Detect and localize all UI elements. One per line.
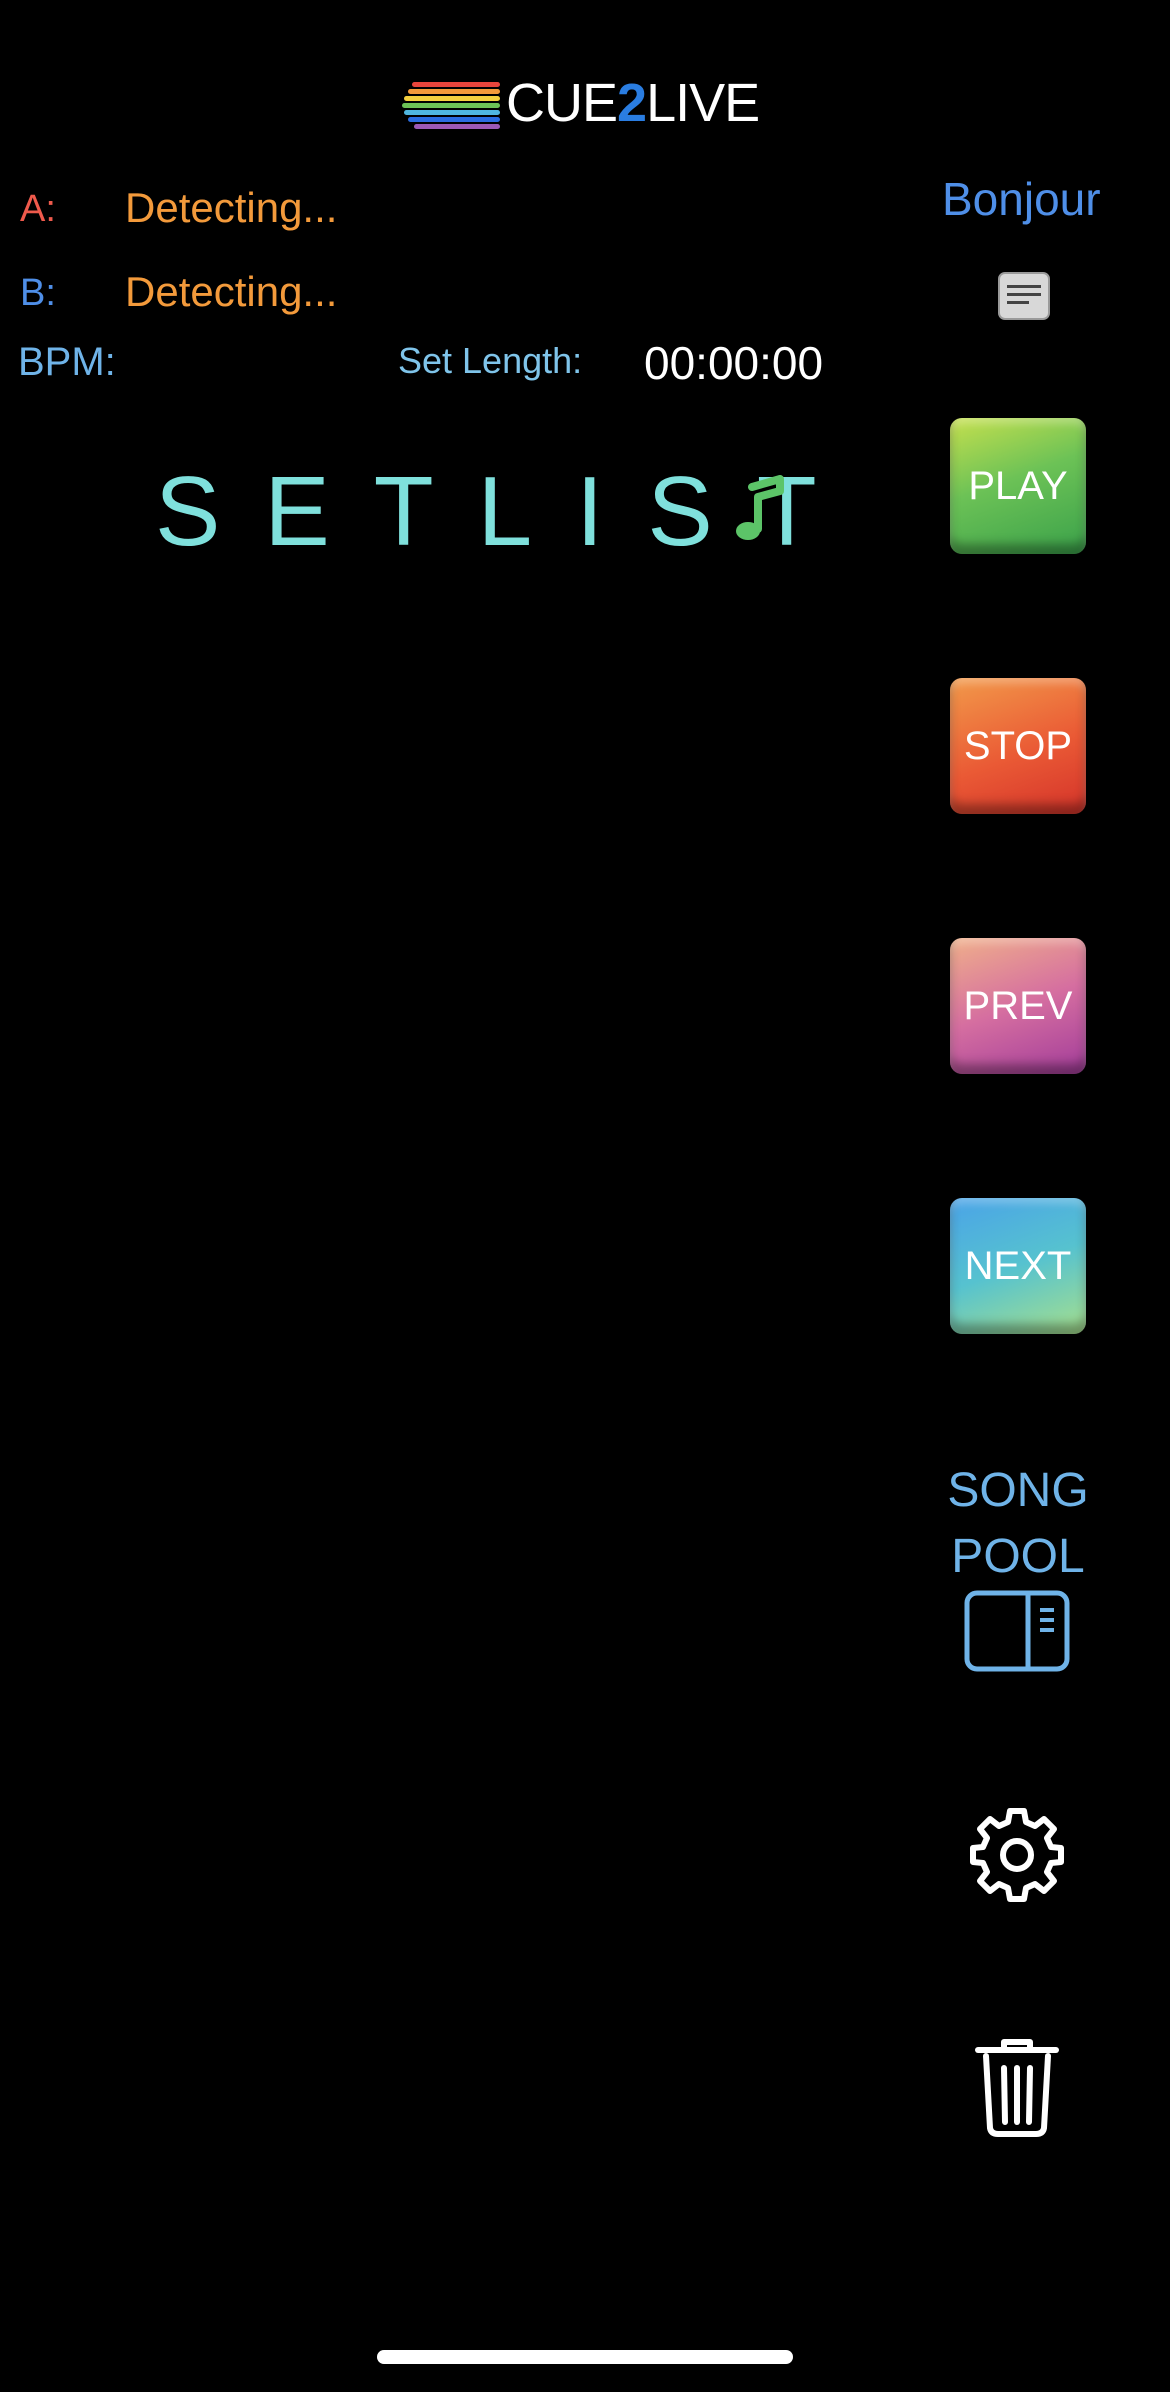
play-button[interactable]: PLAY	[950, 418, 1086, 554]
greeting-button[interactable]: Bonjour	[942, 172, 1101, 226]
app-logo: CUE2LIVE	[400, 68, 760, 138]
source-a-label: A:	[20, 188, 56, 230]
bpm-label: BPM:	[18, 340, 116, 384]
prev-button[interactable]: PREV	[950, 938, 1086, 1074]
source-b-status: Detecting...	[125, 268, 338, 315]
notes-icon[interactable]	[998, 272, 1050, 320]
home-indicator[interactable]	[377, 2350, 793, 2364]
logo-text: CUE2LIVE	[506, 73, 760, 133]
gear-icon[interactable]	[968, 1806, 1066, 1904]
song-pool-button[interactable]: SONG POOL	[930, 1458, 1106, 1590]
set-length-label: Set Length:	[398, 340, 583, 381]
trash-icon[interactable]	[974, 2036, 1060, 2138]
next-button[interactable]: NEXT	[950, 1198, 1086, 1334]
song-pool-label-line2: POOL	[951, 1530, 1085, 1583]
music-note-icon	[728, 475, 788, 545]
logo-stripes-icon	[400, 80, 500, 129]
source-a-status: Detecting...	[125, 184, 338, 231]
source-b-label: B:	[20, 272, 56, 314]
set-length-value: 00:00:00	[644, 337, 824, 389]
sidebar-panel-icon[interactable]	[964, 1590, 1070, 1672]
song-pool-label-line1: SONG	[947, 1464, 1089, 1517]
stop-button[interactable]: STOP	[950, 678, 1086, 814]
